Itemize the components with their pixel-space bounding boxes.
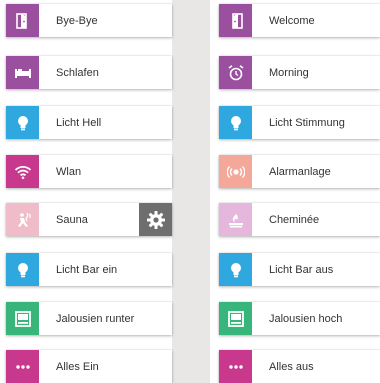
sauna-settings-button[interactable] <box>139 203 172 236</box>
wifi-icon <box>14 163 32 181</box>
scene-button-cheminee[interactable]: Cheminée <box>219 203 380 236</box>
blinds-icon <box>227 310 245 328</box>
scene-button-licht-bar-ein[interactable]: Licht Bar ein <box>6 253 172 286</box>
scene-label: Alarmanlage <box>269 165 331 178</box>
scene-icon-tile <box>6 302 39 335</box>
scene-column-left: Bye-Bye Schlafen Licht Hell Wlan Sauna L… <box>0 0 172 383</box>
scene-label: Alles aus <box>269 360 314 373</box>
blinds-icon <box>14 310 32 328</box>
alarm-clock-icon <box>227 64 245 82</box>
dots-icon <box>227 358 245 376</box>
door-enter-icon <box>227 12 245 30</box>
scene-label: Bye-Bye <box>56 14 98 27</box>
scene-icon-tile <box>219 350 252 383</box>
scene-label: Morning <box>269 66 309 79</box>
lightbulb-icon <box>14 261 32 279</box>
door-exit-icon <box>14 12 32 30</box>
scene-icon-tile <box>6 4 39 37</box>
dots-icon <box>14 358 32 376</box>
scene-label: Sauna <box>56 213 88 226</box>
scene-label: Welcome <box>269 14 315 27</box>
scene-label: Licht Stimmung <box>269 116 345 129</box>
scene-button-alles-ein[interactable]: Alles Ein <box>6 350 172 383</box>
scene-panel: Bye-Bye Schlafen Licht Hell Wlan Sauna L… <box>0 0 380 383</box>
scene-icon-tile <box>219 56 252 89</box>
scene-icon-tile <box>219 106 252 139</box>
scene-button-schlafen[interactable]: Schlafen <box>6 56 172 89</box>
scene-button-sauna[interactable]: Sauna <box>6 203 172 236</box>
scene-icon-tile <box>6 155 39 188</box>
scene-button-alarmanlage[interactable]: Alarmanlage <box>219 155 380 188</box>
lightbulb-icon <box>227 261 245 279</box>
fireplace-icon <box>227 211 245 229</box>
scene-label: Wlan <box>56 165 82 178</box>
scene-button-licht-stimmung[interactable]: Licht Stimmung <box>219 106 380 139</box>
scene-button-licht-bar-aus[interactable]: Licht Bar aus <box>219 253 380 286</box>
scene-icon-tile <box>219 203 252 236</box>
lightbulb-icon <box>227 114 245 132</box>
scene-label: Cheminée <box>269 213 320 226</box>
scene-button-alles-aus[interactable]: Alles aus <box>219 350 380 383</box>
scene-label: Licht Bar ein <box>56 263 118 276</box>
lightbulb-icon <box>14 114 32 132</box>
scene-button-bye-bye[interactable]: Bye-Bye <box>6 4 172 37</box>
scene-icon-tile <box>219 253 252 286</box>
bed-icon <box>14 64 32 82</box>
scene-button-wlan[interactable]: Wlan <box>6 155 172 188</box>
scene-icon-tile <box>6 106 39 139</box>
scene-label: Jalousien hoch <box>269 312 343 325</box>
scene-button-welcome[interactable]: Welcome <box>219 4 380 37</box>
sauna-icon <box>14 211 32 229</box>
gear-icon <box>146 210 166 230</box>
scene-label: Licht Bar aus <box>269 263 334 276</box>
scene-icon-tile <box>6 203 39 236</box>
scene-icon-tile <box>6 56 39 89</box>
scene-icon-tile <box>219 155 252 188</box>
scene-icon-tile <box>219 4 252 37</box>
scene-button-morning[interactable]: Morning <box>219 56 380 89</box>
scene-button-jalousien-hoch[interactable]: Jalousien hoch <box>219 302 380 335</box>
scene-button-licht-hell[interactable]: Licht Hell <box>6 106 172 139</box>
scene-icon-tile <box>6 253 39 286</box>
scene-button-jalousien-runter[interactable]: Jalousien runter <box>6 302 172 335</box>
scene-label: Licht Hell <box>56 116 102 129</box>
scene-column-right: Welcome Morning Licht Stimmung Alarmanla… <box>210 0 380 383</box>
scene-label: Jalousien runter <box>56 312 135 325</box>
alarm-siren-icon <box>226 163 245 181</box>
scene-label: Schlafen <box>56 66 99 79</box>
scene-label: Alles Ein <box>56 360 99 373</box>
scene-icon-tile <box>219 302 252 335</box>
scene-icon-tile <box>6 350 39 383</box>
